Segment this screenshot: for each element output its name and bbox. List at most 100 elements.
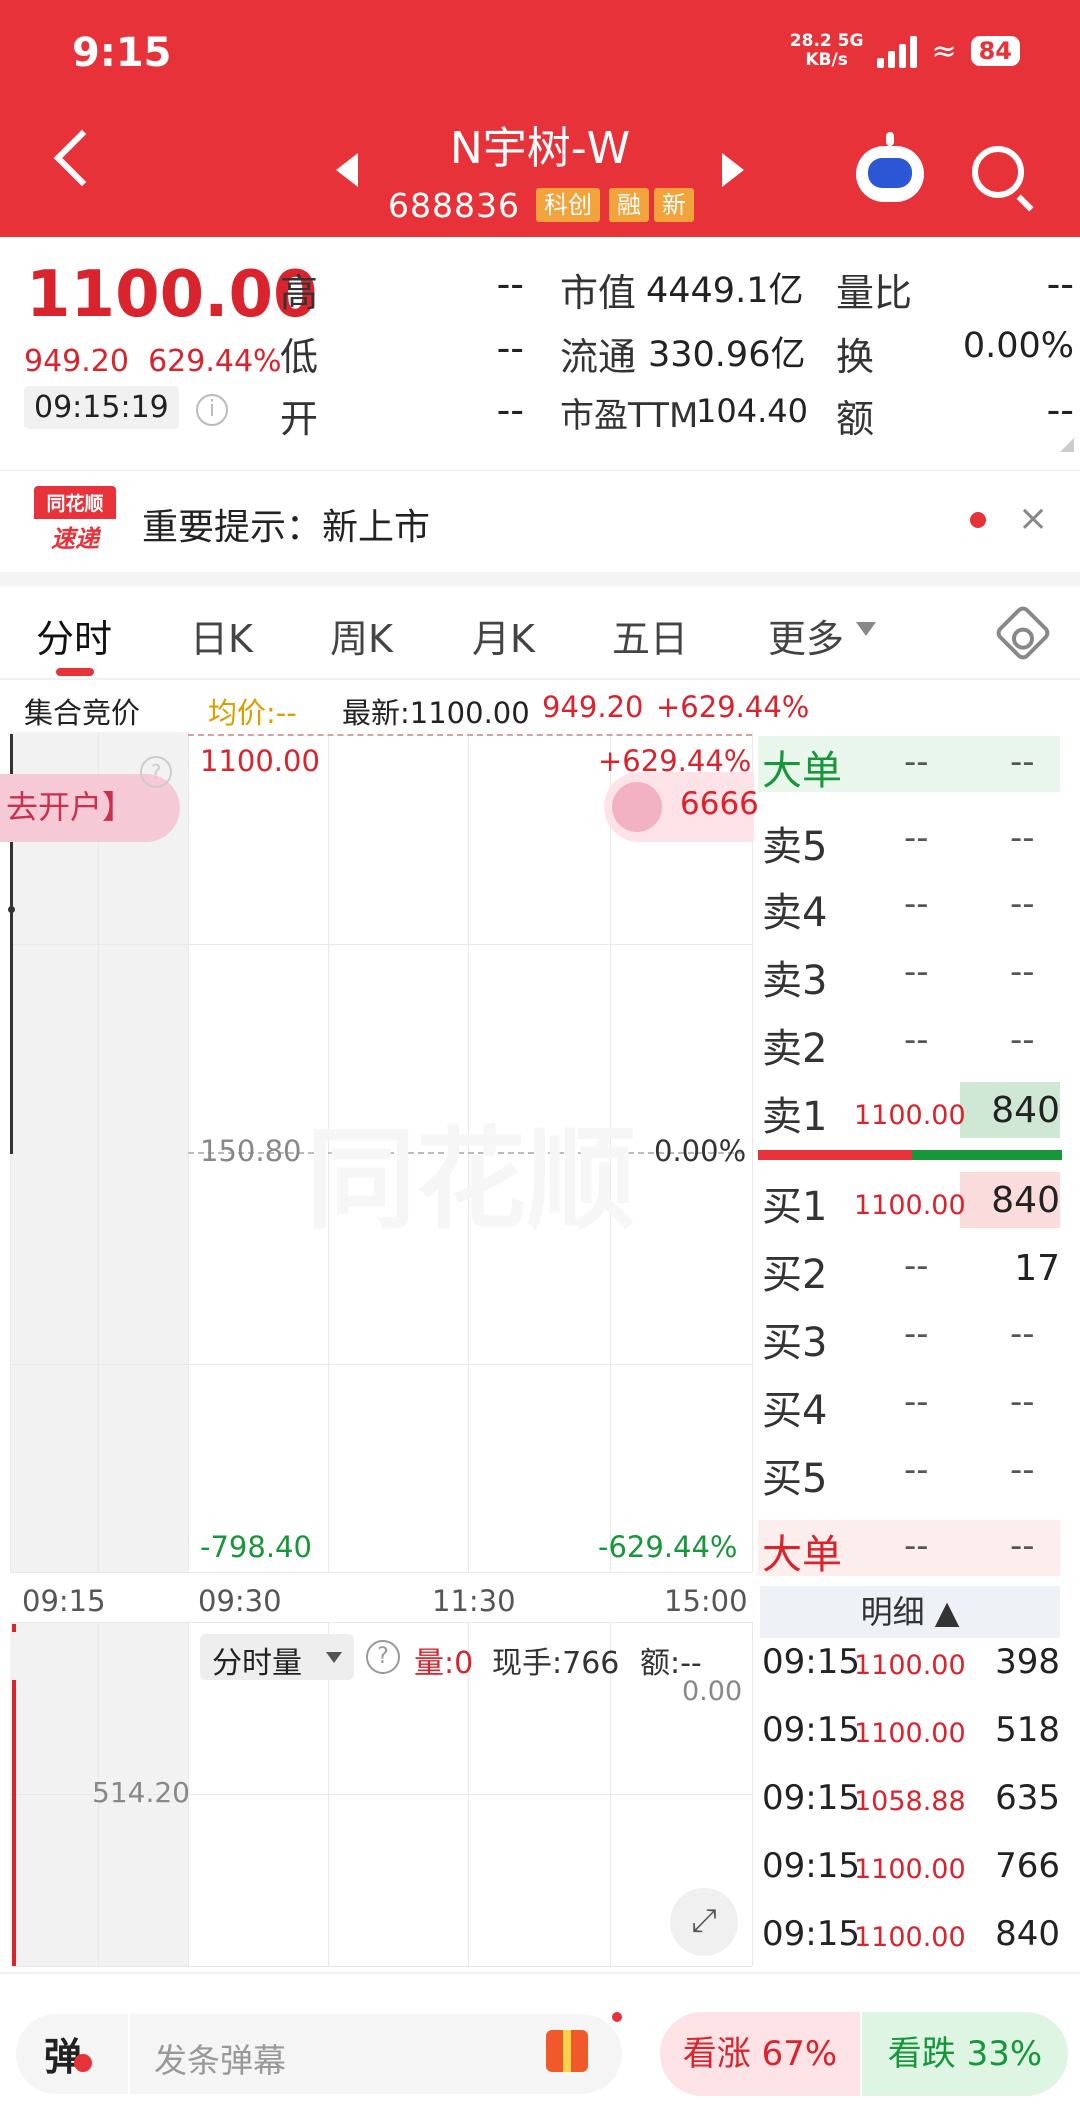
x-label-0930: 09:30 [198,1584,282,1618]
trade-time: 09:15 [762,1710,860,1750]
tab-fenshi[interactable]: 分时 [36,608,112,663]
volume-bar [12,1680,16,1966]
info-icon[interactable]: i [196,394,228,426]
expand-corner-icon[interactable] [1060,438,1074,452]
value-turnover: 0.00% [962,326,1074,366]
settings-icon[interactable] [993,603,1053,663]
x-label-1130: 11:30 [432,1584,516,1618]
wifi-icon: ≈ [931,33,957,69]
volume-bar [12,1624,16,1632]
trade-time: 09:15 [762,1846,860,1886]
bull-vote-button[interactable]: 看涨 67% [660,2012,860,2096]
next-stock-icon[interactable] [722,153,744,187]
volume-selector-label[interactable]: 分时量 [212,1638,302,1682]
latest-price: 最新:1100.00 [342,696,530,730]
sell3-vol: -- [1010,952,1035,992]
sell3-price: -- [904,952,929,992]
help-icon[interactable]: ? [140,756,172,788]
big-order-bottom-a: -- [904,1526,929,1566]
buy5-label: 买5 [762,1456,828,1502]
status-time: 9:15 [72,30,172,76]
tab-five-day[interactable]: 五日 [612,608,688,663]
bid-ask-ratio-green [912,1150,1062,1160]
label-market-cap: 市值 [560,271,637,315]
tag-kechuang: 科创 [536,188,600,222]
auction-bg [10,732,188,1572]
buy1-price: 1100.00 [854,1190,966,1221]
tonghuashun-express-logo: 同花顺 速递 [34,486,116,554]
tag-rong: 融 [609,188,649,222]
label-high: 高 [280,271,319,315]
x-label-0915: 09:15 [22,1584,106,1618]
buy3-vol: -- [1010,1314,1035,1354]
chevron-down-icon[interactable] [856,622,876,636]
grid-line [10,1966,752,1967]
search-icon[interactable] [972,146,1024,198]
sell2-vol: -- [1010,1020,1035,1060]
label-open: 开 [280,397,319,441]
chart-mid-price: 150.80 [200,1134,302,1168]
chart-bottom-price: -798.40 [200,1530,312,1564]
trade-price: 1100.00 [854,1718,966,1749]
buy4-label: 买4 [762,1388,828,1434]
buy2-price: -- [904,1246,929,1286]
chevron-down-icon[interactable] [326,1652,342,1663]
grid-line [10,1364,752,1365]
big-order-top-label: 大单 [762,748,842,794]
grid-line [98,732,99,1572]
help-icon[interactable]: ? [366,1640,400,1674]
quote-time: 09:15:19 [24,386,179,429]
watermark: 同花顺 [306,1116,636,1244]
big-order-top-a: -- [904,742,929,782]
tab-week-k[interactable]: 周K [330,608,393,663]
volume-hand: 现手:766 [492,1646,620,1681]
buy3-label: 买3 [762,1320,828,1366]
label-float: 流通 [560,335,637,379]
close-icon[interactable]: × [1018,498,1048,539]
buy3-price: -- [904,1314,929,1354]
sell2-label: 卖2 [762,1026,828,1072]
back-arrow-icon[interactable] [53,129,111,187]
mingxi-toggle[interactable]: 明细 ▲ [760,1586,1060,1638]
trade-time: 09:15 [762,1778,860,1818]
grid-line [10,1622,752,1623]
value-volume-ratio: -- [1046,262,1074,306]
sell5-price: -- [904,818,929,858]
label-pe: 市盈TTM [560,396,699,436]
top-dash-line [188,734,752,736]
tab-day-k[interactable]: 日K [190,608,253,663]
buy1-vol: 840 [991,1180,1060,1221]
trade-time: 09:15 [762,1642,860,1682]
gift-icon[interactable] [546,2030,588,2072]
trade-vol: 518 [995,1710,1060,1750]
value-market-cap: 4449.1亿 [646,271,804,311]
sell1-label: 卖1 [762,1094,828,1140]
danmu-icon[interactable]: 弹 [44,2026,82,2081]
auction-point [8,906,15,913]
tab-month-k[interactable]: 月K [472,608,535,663]
bottom-divider [0,1972,1080,1974]
robot-icon[interactable] [856,132,924,202]
buy2-label: 买2 [762,1252,828,1298]
x-label-1500: 15:00 [664,1584,748,1618]
tab-more[interactable]: 更多 [768,608,844,663]
danmu-check-icon [74,2054,92,2072]
buy4-vol: -- [1010,1382,1035,1422]
sell5-vol: -- [1010,818,1035,858]
buy1-label: 买1 [762,1184,828,1230]
trade-price: 1100.00 [854,1854,966,1885]
open-account-text[interactable]: 去开户】 [6,782,134,828]
bear-vote-button[interactable]: 看跌 33% [862,2012,1068,2096]
buy4-price: -- [904,1382,929,1422]
rocket-count[interactable]: 6666 [680,786,759,822]
notice-text[interactable]: 重要提示：新上市 [142,498,430,550]
latest-change: 949.20 [542,690,644,724]
danmu-placeholder[interactable]: 发条弹幕 [154,2034,286,2082]
chart-bottom-pct: -629.44% [598,1530,738,1564]
rocket-icon[interactable] [612,782,662,832]
fullscreen-icon[interactable]: ⤢ [670,1888,738,1956]
tab-divider [0,678,1080,680]
chart-top-price: 1100.00 [200,744,320,778]
volume-qty: 量:0 [414,1646,474,1681]
value-low: -- [496,326,524,370]
